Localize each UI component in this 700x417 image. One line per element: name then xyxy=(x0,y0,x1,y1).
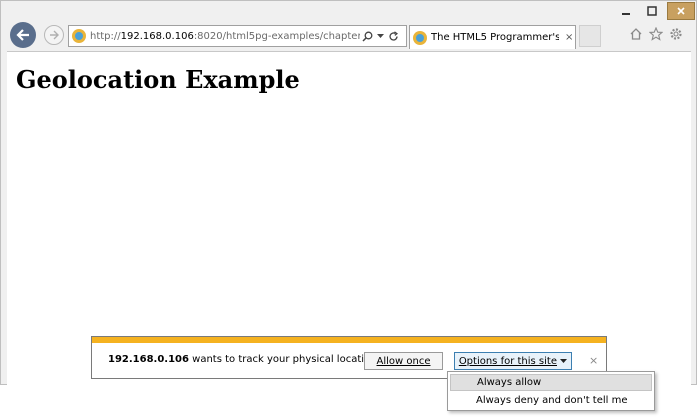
notification-host: 192.168.0.106 xyxy=(108,354,189,365)
close-window-button[interactable] xyxy=(667,2,695,20)
back-arrow-icon xyxy=(16,29,29,41)
favorites-star-icon[interactable] xyxy=(649,27,663,41)
dropdown-arrow-icon[interactable] xyxy=(377,33,384,39)
page-content: Geolocation Example xyxy=(7,51,691,385)
tab-close-button[interactable]: × xyxy=(565,32,573,43)
tab-title: The HTML5 Programmer's ... xyxy=(431,32,559,43)
url-path: :8020/html5pg-examples/chapter3/examp xyxy=(193,30,360,42)
title-bar xyxy=(1,1,696,21)
browser-window: http://192.168.0.106:8020/html5pg-exampl… xyxy=(0,0,697,385)
notification-accent-bar xyxy=(92,337,606,343)
maximize-icon xyxy=(647,6,657,16)
home-icon[interactable] xyxy=(629,27,643,41)
toolbar-icons xyxy=(629,27,683,41)
maximize-button[interactable] xyxy=(639,2,665,20)
refresh-icon[interactable] xyxy=(388,30,399,42)
minimize-button[interactable] xyxy=(613,2,639,20)
url-prefix: http:// xyxy=(90,30,121,42)
notification-close-button[interactable]: × xyxy=(589,354,598,367)
menu-item-always-allow[interactable]: Always allow xyxy=(450,374,652,391)
notification-message: 192.168.0.106 wants to track your physic… xyxy=(108,354,380,365)
menu-item-always-deny[interactable]: Always deny and don't tell me xyxy=(450,392,652,409)
allow-once-label: Allow once xyxy=(376,355,431,367)
page-title: Geolocation Example xyxy=(16,65,300,94)
address-tools xyxy=(362,30,399,42)
options-for-site-button[interactable]: Options for this site xyxy=(454,352,572,370)
notification-text: wants to track your physical location. xyxy=(188,354,380,365)
back-button[interactable] xyxy=(10,22,36,48)
forward-arrow-icon xyxy=(50,30,59,40)
url-text[interactable]: http://192.168.0.106:8020/html5pg-exampl… xyxy=(90,31,360,42)
search-icon[interactable] xyxy=(362,31,373,42)
minimize-icon xyxy=(622,13,630,15)
browser-tab[interactable]: The HTML5 Programmer's ... × xyxy=(409,25,576,49)
allow-once-button[interactable]: Allow once xyxy=(364,352,443,370)
ie-tab-icon xyxy=(413,30,427,45)
forward-button[interactable] xyxy=(44,25,64,45)
close-icon xyxy=(677,7,685,15)
chevron-down-icon xyxy=(560,359,568,363)
site-options-menu: Always allow Always deny and don't tell … xyxy=(447,371,655,411)
navigation-bar: http://192.168.0.106:8020/html5pg-exampl… xyxy=(1,21,696,49)
options-label: Options for this site xyxy=(458,355,557,367)
new-tab-button[interactable] xyxy=(579,25,601,47)
url-host: 192.168.0.106 xyxy=(120,30,194,42)
settings-gear-icon[interactable] xyxy=(669,27,683,41)
ie-page-icon xyxy=(72,29,86,43)
address-bar[interactable]: http://192.168.0.106:8020/html5pg-exampl… xyxy=(68,25,407,47)
